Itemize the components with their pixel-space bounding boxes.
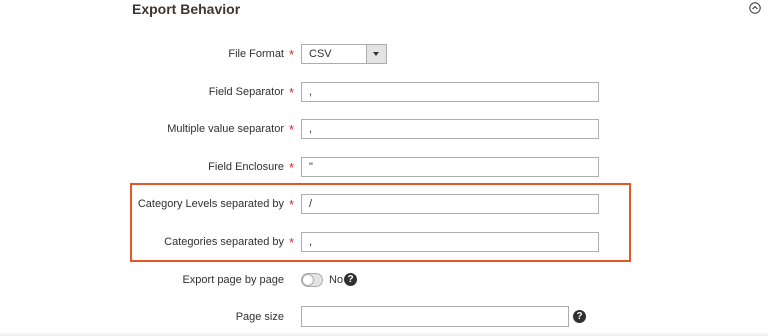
categories-separator-input[interactable]: , [301, 232, 599, 252]
file-format-select[interactable]: CSV [301, 44, 387, 64]
question-circle-icon[interactable]: ? [573, 310, 586, 323]
section-title: Export Behavior [132, 1, 241, 17]
field-enclosure-row: Field Enclosure * " [0, 157, 768, 179]
categories-separator-label: Categories separated by [164, 236, 284, 248]
collapse-section-icon[interactable] [749, 2, 761, 14]
file-format-row: File Format * CSV [0, 44, 768, 66]
required-marker: * [289, 160, 295, 175]
multiple-value-separator-row: Multiple value separator * , [0, 119, 768, 141]
dropdown-arrow-icon[interactable] [366, 45, 386, 63]
field-separator-row: Field Separator * , [0, 82, 768, 104]
category-levels-separator-input[interactable]: / [301, 194, 599, 214]
bottom-shadow [0, 332, 768, 336]
category-levels-separator-row: Category Levels separated by * / [0, 194, 768, 216]
toggle-knob [302, 274, 314, 286]
export-page-by-page-toggle[interactable] [301, 273, 323, 287]
field-separator-input[interactable]: , [301, 82, 599, 102]
field-enclosure-input[interactable]: " [301, 157, 599, 177]
export-page-by-page-label: Export page by page [182, 274, 284, 286]
export-page-by-page-row: Export page by page No ? [0, 272, 768, 294]
category-levels-separator-label: Category Levels separated by [137, 198, 284, 210]
required-marker: * [289, 85, 295, 100]
field-separator-label: Field Separator [208, 86, 284, 98]
categories-separator-row: Categories separated by * , [0, 232, 768, 254]
multiple-value-separator-label: Multiple value separator [167, 123, 284, 135]
required-marker: * [289, 235, 295, 250]
required-marker: * [289, 197, 295, 212]
page-size-label: Page size [235, 311, 284, 323]
page-size-input[interactable] [301, 306, 569, 327]
field-enclosure-label: Field Enclosure [208, 161, 284, 173]
question-circle-icon[interactable]: ? [344, 273, 357, 286]
page-size-row: Page size ? [0, 306, 768, 328]
toggle-state-label: No [329, 274, 344, 286]
multiple-value-separator-input[interactable]: , [301, 119, 599, 139]
file-format-value: CSV [309, 48, 332, 60]
required-marker: * [289, 47, 295, 62]
required-marker: * [289, 122, 295, 137]
file-format-label: File Format [228, 48, 284, 60]
